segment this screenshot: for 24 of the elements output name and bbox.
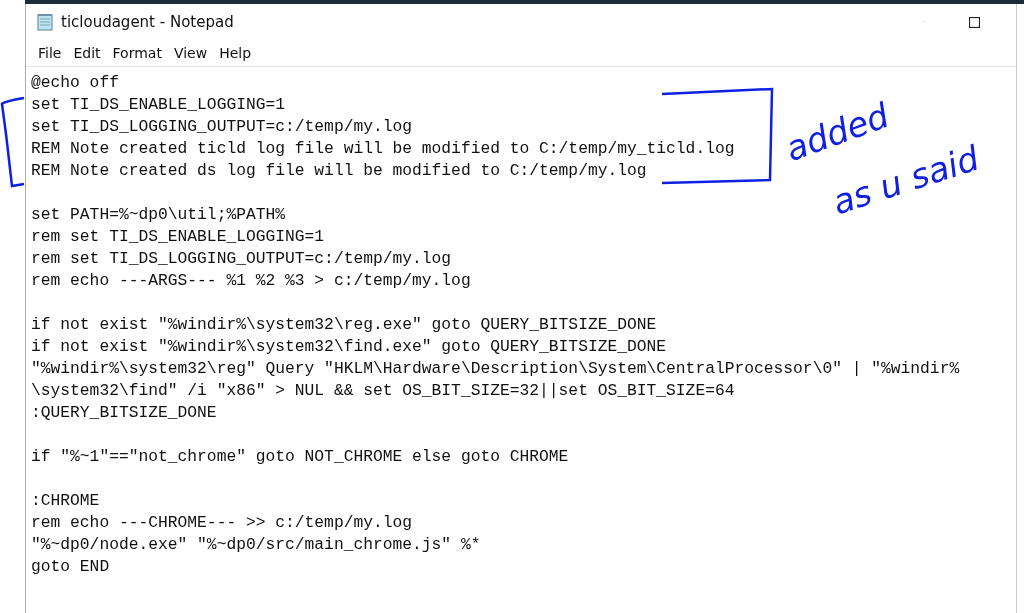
code-line: set TI_DS_ENABLE_LOGGING=1 <box>31 94 287 116</box>
code-line: \system32\find" /i "x86" > NUL && set OS_BIT_SIZE=32||set OS_BIT_SIZE=64 <box>31 380 736 402</box>
code-line: set PATH=%~dp0\util;%PATH% <box>31 204 287 226</box>
code-line: @echo off <box>31 72 120 94</box>
code-line: rem set TI_DS_ENABLE_LOGGING=1 <box>31 226 326 248</box>
code-line: :CHROME <box>31 490 101 512</box>
code-line: goto END <box>31 556 111 578</box>
code-line: :QUERY_BITSIZE_DONE <box>31 402 218 424</box>
code-line: "%~dp0/node.exe" "%~dp0/src/main_chrome.js" %* <box>31 534 482 556</box>
code-line: "%windir%\system32\reg" Query "HKLM\Hardware\Description\System\CentralProcessor\0" | "%windir% <box>31 358 961 380</box>
code-line: if not exist "%windir%\system32\find.exe" goto QUERY_BITSIZE_DONE <box>31 336 668 358</box>
maximize-icon[interactable] <box>969 16 980 28</box>
menu-item[interactable]: File <box>32 45 68 61</box>
menu-item[interactable]: Help <box>213 45 258 61</box>
code-line: if not exist "%windir%\system32\reg.exe" goto QUERY_BITSIZE_DONE <box>31 314 658 336</box>
notepad-icon <box>36 13 54 31</box>
code-line: rem echo ---ARGS--- %1 %2 %3 > c:/temp/my.log <box>31 270 472 292</box>
menu-item[interactable]: Edit <box>67 45 107 61</box>
menu-item[interactable]: Format <box>106 45 168 61</box>
code-line: rem set TI_DS_LOGGING_OUTPUT=c:/temp/my.log <box>31 248 453 270</box>
menu-item[interactable]: View <box>167 45 214 61</box>
window-title: ticloudagent - Notepad <box>61 13 234 31</box>
code-line: rem echo ---CHROME--- >> c:/temp/my.log <box>31 512 414 534</box>
code-line: if "%~1"=="not_chrome" goto NOT_CHROME else goto CHROME <box>31 446 570 468</box>
